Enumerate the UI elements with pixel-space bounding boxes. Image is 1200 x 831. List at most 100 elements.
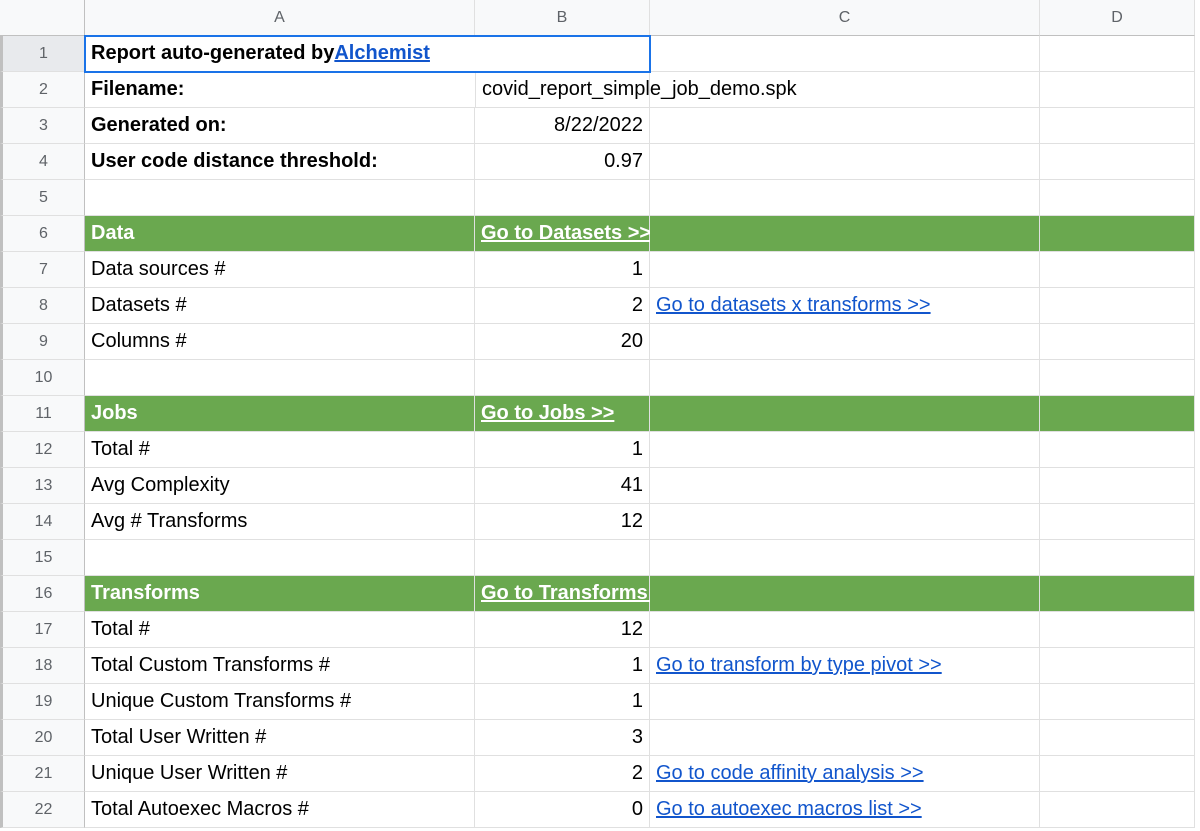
row-header-10[interactable]: 10 — [0, 360, 85, 396]
cell-d10[interactable] — [1040, 360, 1195, 396]
section-jobs-link[interactable]: Go to Jobs >> — [475, 396, 650, 432]
cell-c20[interactable] — [650, 720, 1040, 756]
cell-d4[interactable] — [1040, 144, 1195, 180]
code-affinity-link[interactable]: Go to code affinity analysis >> — [656, 762, 924, 785]
cell-b17[interactable]: 12 — [475, 612, 650, 648]
cell-d19[interactable] — [1040, 684, 1195, 720]
cell-d6[interactable] — [1040, 216, 1195, 252]
section-jobs-title[interactable]: Jobs — [85, 396, 475, 432]
row-header-21[interactable]: 21 — [0, 756, 85, 792]
cell-c17[interactable] — [650, 612, 1040, 648]
cell-a7[interactable]: Data sources # — [85, 252, 475, 288]
cell-d22[interactable] — [1040, 792, 1195, 828]
cell-a12[interactable]: Total # — [85, 432, 475, 468]
alchemist-link[interactable]: Alchemist — [334, 42, 430, 65]
cell-d9[interactable] — [1040, 324, 1195, 360]
row-header-19[interactable]: 19 — [0, 684, 85, 720]
cell-d15[interactable] — [1040, 540, 1195, 576]
cell-b21[interactable]: 2 — [475, 756, 650, 792]
row-header-7[interactable]: 7 — [0, 252, 85, 288]
cell-c14[interactable] — [650, 504, 1040, 540]
row-header-11[interactable]: 11 — [0, 396, 85, 432]
cell-a9[interactable]: Columns # — [85, 324, 475, 360]
cell-a20[interactable]: Total User Written # — [85, 720, 475, 756]
row-header-14[interactable]: 14 — [0, 504, 85, 540]
cell-a2-filename-label[interactable]: Filename: — [85, 72, 475, 108]
cell-c1[interactable] — [650, 36, 1040, 72]
row-header-3[interactable]: 3 — [0, 108, 85, 144]
row-header-2[interactable]: 2 — [0, 72, 85, 108]
autoexec-macros-link[interactable]: Go to autoexec macros list >> — [656, 798, 922, 821]
cell-c22[interactable]: Go to autoexec macros list >> — [650, 792, 1040, 828]
cell-d3[interactable] — [1040, 108, 1195, 144]
cell-a15[interactable] — [85, 540, 475, 576]
section-transforms-title[interactable]: Transforms — [85, 576, 475, 612]
cell-d13[interactable] — [1040, 468, 1195, 504]
cell-b14[interactable]: 12 — [475, 504, 650, 540]
cell-d21[interactable] — [1040, 756, 1195, 792]
cell-b8[interactable]: 2 — [475, 288, 650, 324]
cell-d16[interactable] — [1040, 576, 1195, 612]
cell-c13[interactable] — [650, 468, 1040, 504]
row-header-9[interactable]: 9 — [0, 324, 85, 360]
section-transforms-link[interactable]: Go to Transforms >> — [475, 576, 650, 612]
row-header-15[interactable]: 15 — [0, 540, 85, 576]
cell-c16[interactable] — [650, 576, 1040, 612]
cell-b19[interactable]: 1 — [475, 684, 650, 720]
cell-c8[interactable]: Go to datasets x transforms >> — [650, 288, 1040, 324]
cell-d1[interactable] — [1040, 36, 1195, 72]
cell-b22[interactable]: 0 — [475, 792, 650, 828]
row-header-1[interactable]: 1 — [0, 36, 85, 72]
cell-b13[interactable]: 41 — [475, 468, 650, 504]
cell-a4-threshold-label[interactable]: User code distance threshold: — [85, 144, 475, 180]
cell-d18[interactable] — [1040, 648, 1195, 684]
cell-d8[interactable] — [1040, 288, 1195, 324]
cell-a14[interactable]: Avg # Transforms — [85, 504, 475, 540]
cell-b15[interactable] — [475, 540, 650, 576]
cell-d5[interactable] — [1040, 180, 1195, 216]
cell-c15[interactable] — [650, 540, 1040, 576]
transform-pivot-link[interactable]: Go to transform by type pivot >> — [656, 654, 942, 677]
cell-b20[interactable]: 3 — [475, 720, 650, 756]
row-header-5[interactable]: 5 — [0, 180, 85, 216]
cell-c19[interactable] — [650, 684, 1040, 720]
col-header-a[interactable]: A — [85, 0, 475, 36]
cell-d14[interactable] — [1040, 504, 1195, 540]
section-data-title[interactable]: Data — [85, 216, 475, 252]
cell-b3-generated-value[interactable]: 8/22/2022 — [475, 108, 650, 144]
cell-c11[interactable] — [650, 396, 1040, 432]
row-header-17[interactable]: 17 — [0, 612, 85, 648]
cell-c21[interactable]: Go to code affinity analysis >> — [650, 756, 1040, 792]
cell-b5[interactable] — [475, 180, 650, 216]
cell-d12[interactable] — [1040, 432, 1195, 468]
row-header-22[interactable]: 22 — [0, 792, 85, 828]
cell-a13[interactable]: Avg Complexity — [85, 468, 475, 504]
cell-c10[interactable] — [650, 360, 1040, 396]
cell-a22[interactable]: Total Autoexec Macros # — [85, 792, 475, 828]
cell-a3-generated-label[interactable]: Generated on: — [85, 108, 475, 144]
cell-c4[interactable] — [650, 144, 1040, 180]
cell-a8[interactable]: Datasets # — [85, 288, 475, 324]
cell-d11[interactable] — [1040, 396, 1195, 432]
row-header-16[interactable]: 16 — [0, 576, 85, 612]
row-header-18[interactable]: 18 — [0, 648, 85, 684]
select-all-corner[interactable] — [0, 0, 85, 36]
cell-b9[interactable]: 20 — [475, 324, 650, 360]
cell-a18[interactable]: Total Custom Transforms # — [85, 648, 475, 684]
row-header-12[interactable]: 12 — [0, 432, 85, 468]
cell-b18[interactable]: 1 — [475, 648, 650, 684]
cell-d7[interactable] — [1040, 252, 1195, 288]
cell-a5[interactable] — [85, 180, 475, 216]
col-header-d[interactable]: D — [1040, 0, 1195, 36]
cell-d20[interactable] — [1040, 720, 1195, 756]
row-header-6[interactable]: 6 — [0, 216, 85, 252]
cell-a10[interactable] — [85, 360, 475, 396]
cell-c9[interactable] — [650, 324, 1040, 360]
row-header-8[interactable]: 8 — [0, 288, 85, 324]
cell-b2-filename-value[interactable]: covid_report_simple_job_demo.spk — [475, 72, 650, 108]
cell-b12[interactable]: 1 — [475, 432, 650, 468]
cell-c18[interactable]: Go to transform by type pivot >> — [650, 648, 1040, 684]
cell-a1-title[interactable]: Report auto-generated by Alchemist — [85, 36, 650, 72]
datasets-transforms-link[interactable]: Go to datasets x transforms >> — [656, 294, 931, 317]
cell-d17[interactable] — [1040, 612, 1195, 648]
